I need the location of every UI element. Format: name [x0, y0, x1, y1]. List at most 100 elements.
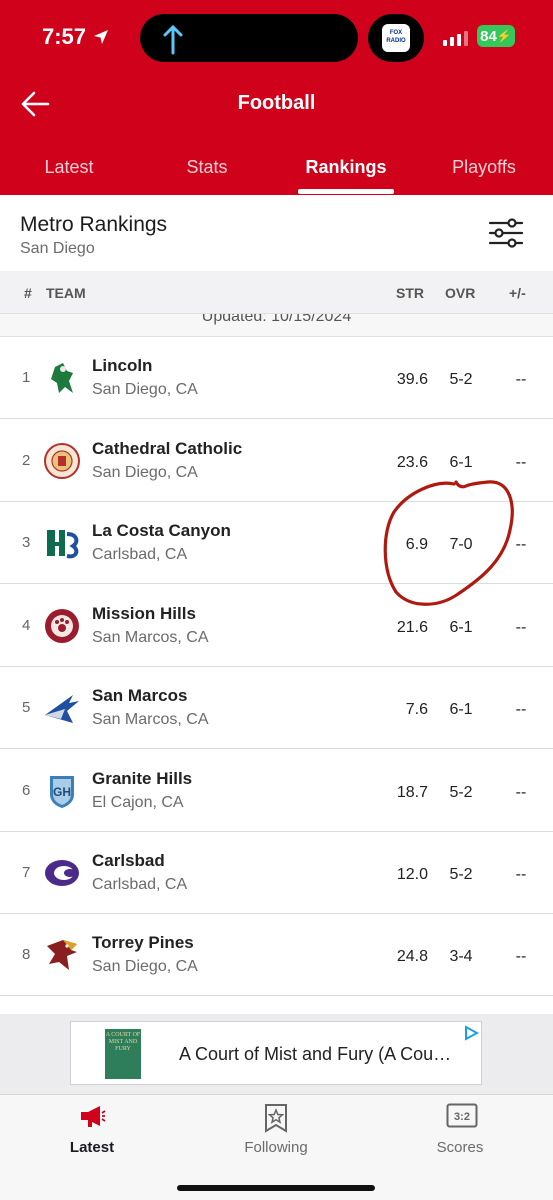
cellular-signal-icon: [443, 30, 468, 46]
filter-sliders-icon[interactable]: [488, 217, 524, 249]
ad-choices-icon[interactable]: [463, 1025, 479, 1041]
col-ovr[interactable]: OVR: [445, 285, 475, 301]
team-logo-icon: [44, 443, 80, 479]
team-str: 39.6: [396, 371, 428, 388]
row-rank: 4: [22, 617, 31, 634]
team-location: San Diego, CA: [92, 381, 198, 398]
team-name: Torrey Pines: [92, 933, 194, 952]
team-record: 5-2: [449, 371, 473, 388]
status-bar: 7:57 FOX RADIO 84 ⚡: [0, 0, 553, 74]
team-logo-icon: [47, 940, 77, 970]
team-change: --: [515, 784, 527, 801]
row-rank: 6: [22, 782, 31, 799]
upload-arrow-icon: [163, 24, 183, 55]
nav-latest[interactable]: Latest: [0, 1095, 184, 1175]
col-str[interactable]: STR: [396, 285, 424, 301]
col-team[interactable]: TEAM: [46, 285, 86, 301]
ad-area: A COURT OF MIST AND FURY A Court of Mist…: [0, 1014, 553, 1094]
nav-scores[interactable]: 3:2 Scores: [368, 1095, 552, 1175]
team-name: Mission Hills: [92, 604, 196, 623]
team-record: 6-1: [449, 619, 473, 636]
tab-stats[interactable]: Stats: [138, 157, 276, 178]
row-rank: 5: [22, 699, 31, 716]
team-str: 18.7: [396, 784, 428, 801]
team-location: El Cajon, CA: [92, 794, 184, 811]
team-logo-icon: [45, 695, 79, 723]
bottom-nav: Latest Following 3:2 Scores: [0, 1094, 553, 1200]
team-logo-icon: [45, 860, 79, 886]
row-rank: 2: [22, 452, 31, 469]
home-indicator[interactable]: [177, 1185, 375, 1191]
team-str: 24.8: [396, 948, 428, 965]
team-name: La Costa Canyon: [92, 521, 231, 540]
tab-latest[interactable]: Latest: [0, 157, 138, 178]
ad-title: A Court of Mist and Fury (A Cou…: [179, 1044, 452, 1064]
scoreboard-icon: 3:2: [446, 1103, 478, 1128]
rankings-header: Metro Rankings San Diego: [0, 195, 553, 271]
team-location: San Marcos, CA: [92, 629, 209, 646]
team-str: 12.0: [396, 866, 428, 883]
team-name: Carlsbad: [92, 851, 165, 870]
team-record: 3-4: [449, 948, 473, 965]
row-rank: 3: [22, 534, 31, 551]
nav-following-label: Following: [244, 1139, 308, 1156]
battery-icon: 84 ⚡: [477, 25, 515, 47]
team-change: --: [515, 701, 527, 718]
tab-rankings[interactable]: Rankings: [277, 157, 415, 178]
dynamic-island: [140, 14, 358, 62]
nav-scores-label: Scores: [436, 1139, 484, 1156]
page-title: Football: [237, 92, 316, 114]
team-str: 21.6: [396, 619, 428, 636]
team-record: 5-2: [449, 784, 473, 801]
table-row[interactable]: 5 San Marcos San Marcos, CA 7.6 6-1 --: [0, 667, 553, 749]
team-name: San Marcos: [92, 686, 188, 705]
team-location: Carlsbad, CA: [92, 876, 188, 893]
nav-following[interactable]: Following: [184, 1095, 368, 1175]
table-header: # TEAM STR OVR +/-: [0, 271, 553, 313]
team-logo-icon: GH: [50, 776, 74, 808]
handdrawn-circle-annotation: [383, 480, 514, 606]
table-row[interactable]: 1 Lincoln San Diego, CA 39.6 5-2 --: [0, 337, 553, 419]
team-location: San Diego, CA: [92, 958, 198, 975]
team-name: Lincoln: [92, 356, 153, 375]
radio-logo-icon: FOX RADIO: [382, 24, 410, 52]
team-logo-icon: [45, 609, 79, 643]
col-change[interactable]: +/-: [509, 285, 526, 301]
updated-date: Updated: 10/15/2024: [201, 313, 352, 325]
nav-latest-label: Latest: [69, 1139, 115, 1156]
updated-banner: Updated: 10/15/2024: [0, 313, 553, 337]
app-header: 7:57 FOX RADIO 84 ⚡ Football Latest Stats …: [0, 0, 553, 195]
col-rank[interactable]: #: [24, 285, 32, 301]
rankings-title: Metro Rankings: [20, 213, 168, 236]
team-logo-icon: [51, 363, 73, 393]
ad-book-cover: A COURT OF MIST AND FURY: [105, 1029, 141, 1079]
team-change: --: [515, 454, 527, 471]
star-bookmark-icon: [265, 1104, 287, 1133]
megaphone-icon: [81, 1106, 106, 1127]
team-str: 23.6: [396, 454, 428, 471]
team-str: 7.6: [405, 701, 428, 718]
team-record: 6-1: [449, 701, 473, 718]
team-change: --: [515, 619, 527, 636]
table-row[interactable]: 7 Carlsbad Carlsbad, CA 12.0 5-2 --: [0, 832, 553, 914]
status-time: 7:57: [42, 24, 110, 50]
team-location: Carlsbad, CA: [92, 546, 188, 563]
team-change: --: [515, 948, 527, 965]
team-logo-icon: [47, 530, 79, 559]
table-row[interactable]: 8 Torrey Pines San Diego, CA 24.8 3-4 --: [0, 914, 553, 996]
svg-text:GH: GH: [53, 785, 71, 799]
svg-text:3:2: 3:2: [454, 1111, 470, 1123]
tab-bar: Latest Stats Rankings Playoffs: [0, 155, 553, 195]
row-rank: 8: [22, 946, 31, 963]
tab-active-indicator: [298, 189, 394, 194]
ad-banner[interactable]: A COURT OF MIST AND FURY A Court of Mist…: [70, 1021, 482, 1085]
table-row[interactable]: 6 GH Granite Hills El Cajon, CA 18.7 5-2…: [0, 750, 553, 832]
tab-playoffs[interactable]: Playoffs: [415, 157, 553, 178]
team-record: 6-1: [449, 454, 473, 471]
team-change: --: [515, 371, 527, 388]
location-arrow-icon: [94, 30, 109, 44]
team-location: San Marcos, CA: [92, 711, 209, 728]
team-name: Cathedral Catholic: [92, 439, 243, 458]
now-playing-badge[interactable]: FOX RADIO: [368, 14, 424, 62]
rankings-region: San Diego: [20, 240, 95, 257]
